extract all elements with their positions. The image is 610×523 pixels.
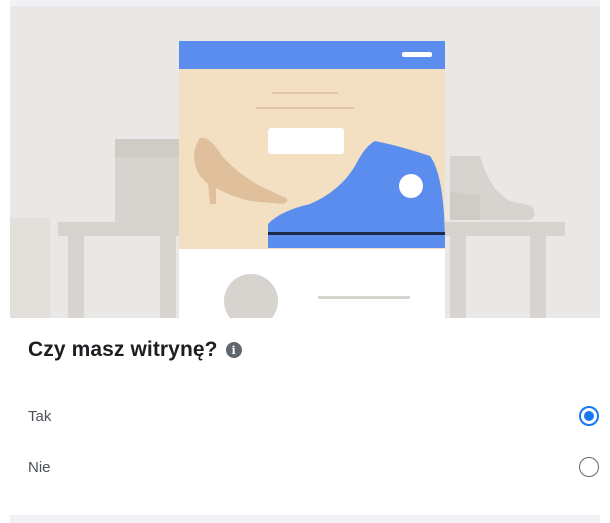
option-label-tak: Tak [28, 407, 52, 425]
radio-nie[interactable] [579, 457, 599, 477]
question-heading: Czy masz witrynę? i [28, 338, 242, 362]
info-icon[interactable]: i [225, 342, 242, 358]
website-question-card: Czy masz witrynę? i Tak Nie [0, 0, 610, 523]
option-nie[interactable]: Nie [28, 452, 600, 482]
option-tak[interactable]: Tak [28, 401, 600, 431]
bottom-divider [10, 515, 600, 523]
radio-tak-selected[interactable] [579, 406, 599, 426]
storefront-illustration [10, 6, 600, 318]
question-title: Czy masz witrynę? [28, 338, 218, 361]
website-mockup-graphic [179, 41, 445, 318]
option-label-nie: Nie [28, 458, 51, 476]
